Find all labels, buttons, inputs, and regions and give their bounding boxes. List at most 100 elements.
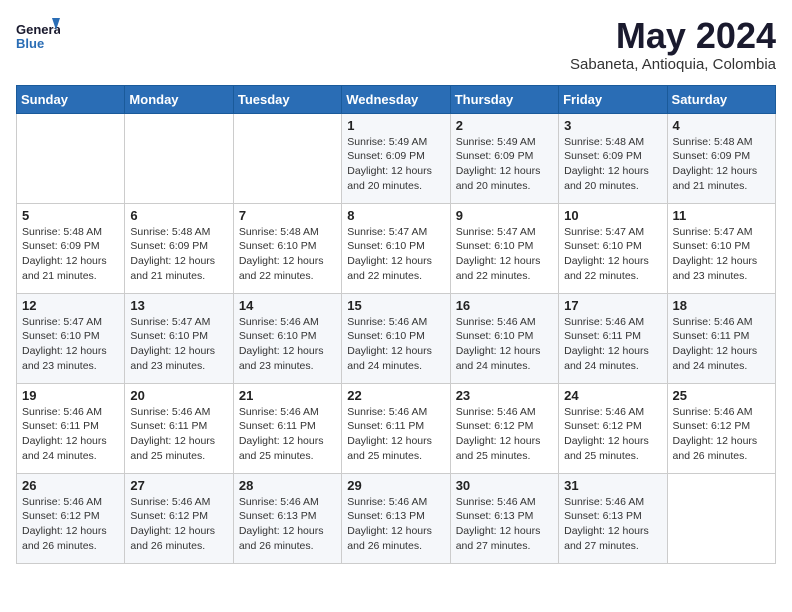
day-info: Sunrise: 5:46 AMSunset: 6:12 PMDaylight:…	[22, 495, 119, 554]
day-info: Sunrise: 5:46 AMSunset: 6:13 PMDaylight:…	[239, 495, 336, 554]
day-number: 23	[456, 388, 553, 403]
calendar-week: 19 Sunrise: 5:46 AMSunset: 6:11 PMDayligh…	[17, 383, 776, 473]
day-info: Sunrise: 5:46 AMSunset: 6:11 PMDaylight:…	[564, 315, 661, 374]
calendar-cell	[17, 113, 125, 203]
day-info: Sunrise: 5:46 AMSunset: 6:11 PMDaylight:…	[347, 405, 444, 464]
day-number: 26	[22, 478, 119, 493]
day-info: Sunrise: 5:47 AMSunset: 6:10 PMDaylight:…	[22, 315, 119, 374]
calendar-cell	[125, 113, 233, 203]
day-number: 8	[347, 208, 444, 223]
day-number: 21	[239, 388, 336, 403]
day-number: 9	[456, 208, 553, 223]
day-info: Sunrise: 5:47 AMSunset: 6:10 PMDaylight:…	[130, 315, 227, 374]
day-number: 16	[456, 298, 553, 313]
day-info: Sunrise: 5:46 AMSunset: 6:12 PMDaylight:…	[456, 405, 553, 464]
calendar-cell: 3Sunrise: 5:48 AMSunset: 6:09 PMDaylight…	[559, 113, 667, 203]
day-info: Sunrise: 5:47 AMSunset: 6:10 PMDaylight:…	[456, 225, 553, 284]
calendar-table: SundayMondayTuesdayWednesdayThursdayFrid…	[16, 85, 776, 564]
day-number: 25	[673, 388, 770, 403]
weekday-header: Sunday	[17, 85, 125, 113]
day-info: Sunrise: 5:46 AMSunset: 6:13 PMDaylight:…	[456, 495, 553, 554]
day-info: Sunrise: 5:46 AMSunset: 6:11 PMDaylight:…	[130, 405, 227, 464]
day-info: Sunrise: 5:48 AMSunset: 6:09 PMDaylight:…	[564, 135, 661, 194]
day-info: Sunrise: 5:48 AMSunset: 6:10 PMDaylight:…	[239, 225, 336, 284]
weekday-header: Monday	[125, 85, 233, 113]
calendar-cell: 14Sunrise: 5:46 AMSunset: 6:10 PMDayligh…	[233, 293, 341, 383]
calendar-header: SundayMondayTuesdayWednesdayThursdayFrid…	[17, 85, 776, 113]
day-info: Sunrise: 5:48 AMSunset: 6:09 PMDaylight:…	[130, 225, 227, 284]
page-header: General Blue May 2024 Sabaneta, Antioqui…	[16, 16, 776, 73]
calendar-cell: 4 Sunrise: 5:48 AMSunset: 6:09 PMDaylight…	[667, 113, 775, 203]
day-number: 11	[673, 208, 770, 223]
weekday-header: Thursday	[450, 85, 558, 113]
day-number: 12	[22, 298, 119, 313]
calendar-cell: 8 Sunrise: 5:47 AMSunset: 6:10 PMDaylight…	[342, 203, 450, 293]
svg-text:Blue: Blue	[16, 36, 44, 51]
day-info: Sunrise: 5:47 AMSunset: 6:10 PMDaylight:…	[673, 225, 770, 284]
day-number: 27	[130, 478, 227, 493]
day-info: Sunrise: 5:47 AMSunset: 6:10 PMDaylight:…	[564, 225, 661, 284]
calendar-cell: 6 Sunrise: 5:48 AMSunset: 6:09 PMDaylight…	[125, 203, 233, 293]
calendar-cell: 13 Sunrise: 5:47 AMSunset: 6:10 PMDayligh…	[125, 293, 233, 383]
day-info: Sunrise: 5:47 AMSunset: 6:10 PMDaylight:…	[347, 225, 444, 284]
calendar-cell: 28 Sunrise: 5:46 AMSunset: 6:13 PMDayligh…	[233, 473, 341, 563]
day-number: 4	[673, 118, 770, 133]
day-number: 29	[347, 478, 444, 493]
calendar-cell: 20 Sunrise: 5:46 AMSunset: 6:11 PMDayligh…	[125, 383, 233, 473]
calendar-cell: 24Sunrise: 5:46 AMSunset: 6:12 PMDayligh…	[559, 383, 667, 473]
day-number: 19	[22, 388, 119, 403]
day-info: Sunrise: 5:46 AMSunset: 6:10 PMDaylight:…	[239, 315, 336, 374]
calendar-cell: 21 Sunrise: 5:46 AMSunset: 6:11 PMDayligh…	[233, 383, 341, 473]
day-info: Sunrise: 5:49 AMSunset: 6:09 PMDaylight:…	[347, 135, 444, 194]
svg-text:General: General	[16, 22, 60, 37]
calendar-cell	[667, 473, 775, 563]
weekday-header: Tuesday	[233, 85, 341, 113]
day-number: 22	[347, 388, 444, 403]
logo-icon: General Blue	[16, 16, 60, 60]
day-number: 17	[564, 298, 661, 313]
day-number: 30	[456, 478, 553, 493]
day-number: 6	[130, 208, 227, 223]
month-title: May 2024	[570, 16, 776, 56]
calendar-cell: 19 Sunrise: 5:46 AMSunset: 6:11 PMDayligh…	[17, 383, 125, 473]
day-number: 5	[22, 208, 119, 223]
day-info: Sunrise: 5:49 AMSunset: 6:09 PMDaylight:…	[456, 135, 553, 194]
calendar-cell: 27Sunrise: 5:46 AMSunset: 6:12 PMDayligh…	[125, 473, 233, 563]
calendar-cell: 18Sunrise: 5:46 AMSunset: 6:11 PMDayligh…	[667, 293, 775, 383]
day-number: 18	[673, 298, 770, 313]
day-number: 20	[130, 388, 227, 403]
calendar-cell: 26 Sunrise: 5:46 AMSunset: 6:12 PMDayligh…	[17, 473, 125, 563]
calendar-cell: 17 Sunrise: 5:46 AMSunset: 6:11 PMDayligh…	[559, 293, 667, 383]
weekday-header: Saturday	[667, 85, 775, 113]
day-info: Sunrise: 5:46 AMSunset: 6:10 PMDaylight:…	[456, 315, 553, 374]
calendar-cell: 10 Sunrise: 5:47 AMSunset: 6:10 PMDayligh…	[559, 203, 667, 293]
calendar-week: 26 Sunrise: 5:46 AMSunset: 6:12 PMDayligh…	[17, 473, 776, 563]
calendar-cell: 12 Sunrise: 5:47 AMSunset: 6:10 PMDayligh…	[17, 293, 125, 383]
weekday-header: Wednesday	[342, 85, 450, 113]
day-number: 28	[239, 478, 336, 493]
title-block: May 2024 Sabaneta, Antioquia, Colombia	[570, 16, 776, 73]
day-number: 13	[130, 298, 227, 313]
day-number: 15	[347, 298, 444, 313]
day-info: Sunrise: 5:48 AMSunset: 6:09 PMDaylight:…	[673, 135, 770, 194]
calendar-cell: 11 Sunrise: 5:47 AMSunset: 6:10 PMDayligh…	[667, 203, 775, 293]
calendar-cell: 7Sunrise: 5:48 AMSunset: 6:10 PMDaylight…	[233, 203, 341, 293]
location: Sabaneta, Antioquia, Colombia	[570, 56, 776, 73]
calendar-cell: 2 Sunrise: 5:49 AMSunset: 6:09 PMDaylight…	[450, 113, 558, 203]
calendar-cell: 22 Sunrise: 5:46 AMSunset: 6:11 PMDayligh…	[342, 383, 450, 473]
calendar-cell: 29Sunrise: 5:46 AMSunset: 6:13 PMDayligh…	[342, 473, 450, 563]
calendar-cell: 1Sunrise: 5:49 AMSunset: 6:09 PMDaylight…	[342, 113, 450, 203]
day-info: Sunrise: 5:46 AMSunset: 6:11 PMDaylight:…	[239, 405, 336, 464]
day-number: 24	[564, 388, 661, 403]
day-info: Sunrise: 5:46 AMSunset: 6:11 PMDaylight:…	[22, 405, 119, 464]
calendar-body: 1Sunrise: 5:49 AMSunset: 6:09 PMDaylight…	[17, 113, 776, 563]
day-info: Sunrise: 5:46 AMSunset: 6:13 PMDaylight:…	[564, 495, 661, 554]
calendar-cell	[233, 113, 341, 203]
calendar-cell: 23 Sunrise: 5:46 AMSunset: 6:12 PMDayligh…	[450, 383, 558, 473]
day-number: 10	[564, 208, 661, 223]
calendar-week: 1Sunrise: 5:49 AMSunset: 6:09 PMDaylight…	[17, 113, 776, 203]
day-info: Sunrise: 5:46 AMSunset: 6:10 PMDaylight:…	[347, 315, 444, 374]
calendar-week: 12 Sunrise: 5:47 AMSunset: 6:10 PMDayligh…	[17, 293, 776, 383]
day-number: 2	[456, 118, 553, 133]
day-number: 31	[564, 478, 661, 493]
